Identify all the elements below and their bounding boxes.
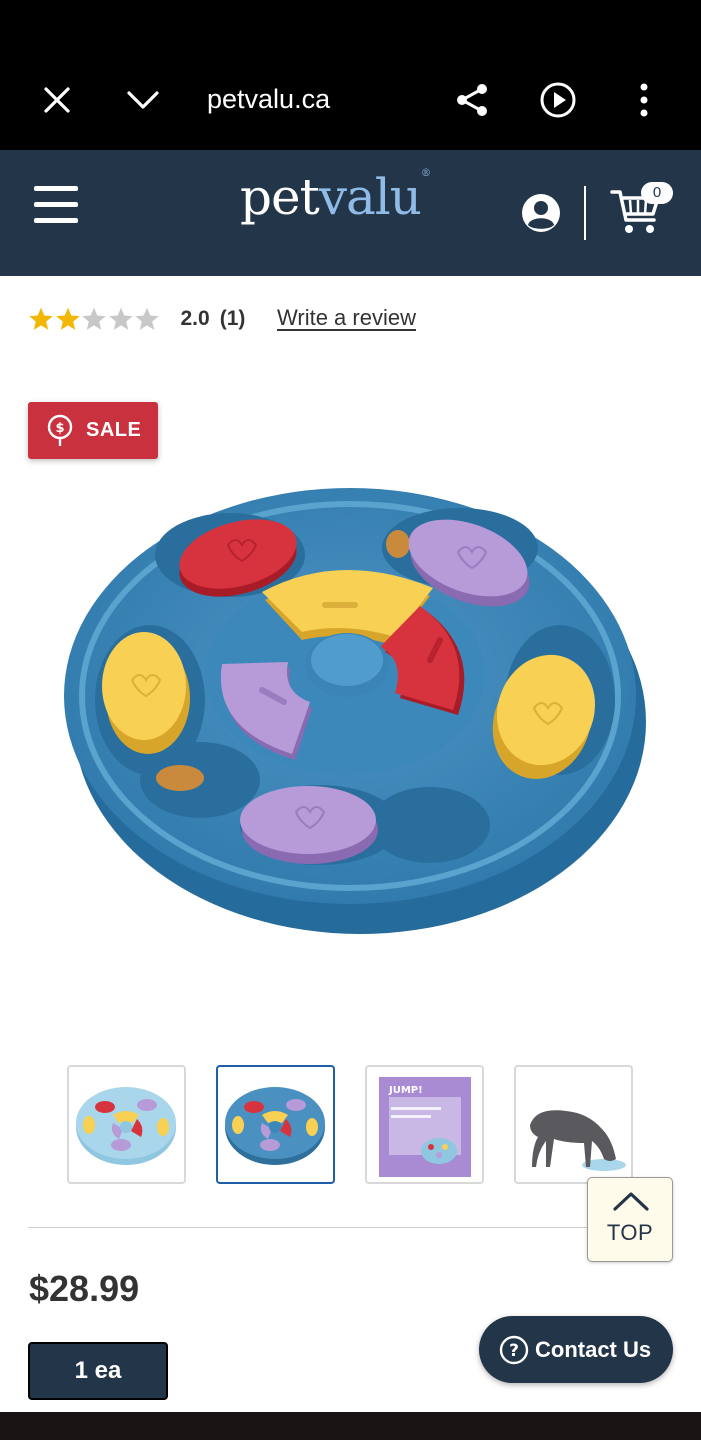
chevron-down-icon[interactable] <box>121 78 165 122</box>
thumbnail-3[interactable]: JUMP! <box>365 1065 484 1184</box>
help-icon: ? <box>499 1335 529 1364</box>
svg-text:$: $ <box>55 421 64 436</box>
star-filled-icon <box>55 307 80 330</box>
sale-label: SALE <box>86 419 142 441</box>
contact-us-label: Contact Us <box>535 1336 652 1362</box>
product-price: $28.99 <box>29 1268 140 1309</box>
play-icon[interactable] <box>536 78 580 122</box>
thumbnail-4[interactable] <box>514 1065 633 1184</box>
thumbnail-1[interactable] <box>67 1065 186 1184</box>
top-label: TOP <box>606 1220 654 1245</box>
star-empty-icon <box>82 307 106 330</box>
site-header: petvalu® 0 <box>0 150 701 276</box>
contact-us-button[interactable]: ? Contact Us <box>479 1316 673 1383</box>
logo-valu: valu <box>318 168 422 226</box>
bottom-bar <box>0 1412 701 1440</box>
thumbnail-2[interactable] <box>216 1065 335 1184</box>
section-divider <box>28 1227 644 1228</box>
write-review-link[interactable]: Write a review <box>277 305 416 331</box>
star-empty-icon <box>135 307 159 330</box>
close-icon[interactable] <box>35 78 79 122</box>
chevron-up-icon <box>613 1192 649 1211</box>
box-brand-text: JUMP! <box>388 1085 423 1096</box>
url-text[interactable]: petvalu.ca <box>207 84 330 115</box>
star-filled-icon <box>29 307 53 330</box>
star-empty-icon <box>108 307 133 330</box>
header-divider <box>584 186 586 240</box>
rating-score: 2.0 <box>180 307 210 330</box>
logo[interactable]: petvalu® <box>240 168 431 226</box>
menu-icon[interactable] <box>34 184 80 226</box>
page: petvalu.ca petvalu® 0 2.0 (1) Write a re… <box>0 0 701 1440</box>
sale-badge: $ SALE <box>28 402 158 459</box>
cart-count-badge: 0 <box>641 182 673 204</box>
unit-size-button[interactable]: 1 ea <box>28 1342 168 1400</box>
rating-count[interactable]: (1) <box>220 307 246 331</box>
product-image[interactable] <box>40 460 680 980</box>
more-vertical-icon[interactable] <box>622 78 666 122</box>
logo-pet: pet <box>240 168 320 226</box>
share-icon[interactable] <box>450 78 494 122</box>
rating-summary: 2.0 (1) <box>28 302 245 336</box>
svg-text:?: ? <box>509 1341 519 1361</box>
account-icon[interactable] <box>520 192 562 234</box>
back-to-top-button[interactable]: TOP <box>587 1177 673 1262</box>
star-rating <box>28 306 161 332</box>
price-tag-icon: $ <box>47 414 73 446</box>
browser-toolbar: petvalu.ca <box>0 0 701 150</box>
